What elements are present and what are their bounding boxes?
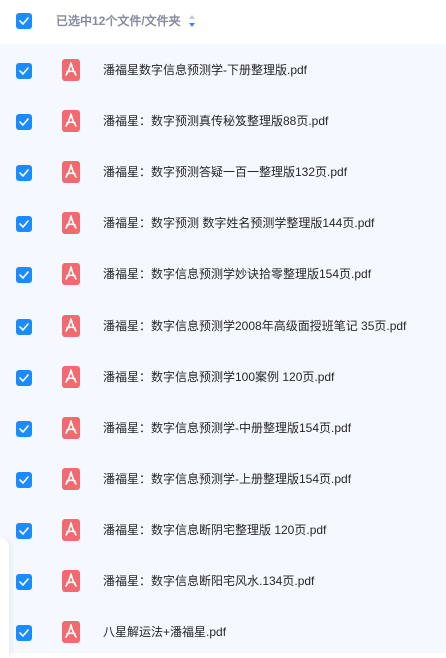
file-name[interactable]: 潘福星数字信息预测学-下册整理版.pdf — [103, 63, 307, 78]
file-checkbox[interactable] — [16, 114, 32, 131]
file-row[interactable]: 潘福星：数字预测真传秘笈整理版88页.pdf — [0, 95, 446, 146]
pdf-icon — [62, 518, 80, 541]
file-name[interactable]: 潘福星：数字预测 数字姓名预测学整理版144页.pdf — [103, 216, 374, 231]
pdf-icon — [62, 416, 80, 439]
pdf-icon — [62, 467, 80, 490]
file-name[interactable]: 潘福星：数字信息预测学-中册整理版154页.pdf — [103, 421, 351, 436]
file-name[interactable]: 八星解运法+潘福星.pdf — [103, 625, 226, 640]
pdf-icon — [62, 161, 80, 184]
pdf-icon — [62, 212, 80, 235]
check-icon — [19, 475, 29, 484]
file-row[interactable]: 潘福星数字信息预测学-下册整理版.pdf — [0, 44, 446, 95]
file-name[interactable]: 潘福星：数字预测答疑一百一整理版132页.pdf — [103, 165, 347, 180]
pdf-icon — [62, 59, 80, 81]
pdf-icon — [62, 314, 80, 337]
file-name[interactable]: 潘福星：数字预测真传秘笈整理版88页.pdf — [103, 114, 328, 129]
file-name[interactable]: 潘福星：数字信息预测学100案例 120页.pdf — [103, 370, 334, 385]
file-row[interactable]: 八星解运法+潘福星.pdf — [0, 606, 446, 657]
file-checkbox[interactable] — [16, 267, 32, 284]
file-checkbox[interactable] — [16, 369, 32, 386]
side-panel-edge — [0, 538, 9, 658]
sort-icon[interactable] — [188, 14, 196, 28]
check-icon — [19, 220, 29, 229]
file-name[interactable]: 潘福星：数字信息预测学-上册整理版154页.pdf — [103, 472, 351, 487]
pdf-icon — [62, 263, 80, 286]
check-icon — [19, 373, 29, 382]
file-name[interactable]: 潘福星：数字信息预测学妙诀拾零整理版154页.pdf — [103, 267, 371, 282]
file-row[interactable]: 潘福星：数字信息预测学100案例 120页.pdf — [0, 351, 446, 402]
file-row[interactable]: 潘福星：数字信息预测学-上册整理版154页.pdf — [0, 453, 446, 504]
file-row[interactable]: 潘福星：数字信息预测学2008年高级面授班笔记 35页.pdf — [0, 300, 446, 351]
file-row[interactable]: 潘福星：数字信息断阳宅风水.134页.pdf — [0, 555, 446, 606]
file-name[interactable]: 潘福星：数字信息预测学2008年高级面授班笔记 35页.pdf — [103, 319, 406, 334]
file-name[interactable]: 潘福星：数字信息断阳宅风水.134页.pdf — [103, 574, 314, 589]
file-checkbox[interactable] — [16, 471, 32, 488]
file-checkbox[interactable] — [16, 420, 32, 437]
check-icon — [19, 629, 29, 637]
file-checkbox[interactable] — [16, 625, 32, 642]
file-list: 潘福星数字信息预测学-下册整理版.pdf 潘福星：数字预测真传秘笈整理版88页.p… — [0, 44, 446, 653]
check-icon — [19, 118, 29, 126]
file-row[interactable]: 潘福星：数字预测 数字姓名预测学整理版144页.pdf — [0, 197, 446, 248]
check-icon — [19, 527, 29, 535]
check-icon — [19, 17, 29, 25]
file-row[interactable]: 潘福星：数字信息预测学妙诀拾零整理版154页.pdf — [0, 248, 446, 299]
check-icon — [19, 578, 29, 586]
file-checkbox[interactable] — [16, 165, 32, 182]
pdf-icon — [62, 110, 80, 133]
file-checkbox[interactable] — [16, 522, 32, 539]
check-icon — [19, 169, 29, 177]
pdf-icon — [62, 570, 80, 592]
file-checkbox[interactable] — [16, 574, 32, 590]
file-checkbox[interactable] — [16, 318, 32, 335]
file-row[interactable]: 潘福星：数字信息断阴宅整理版 120页.pdf — [0, 504, 446, 555]
select-all-checkbox[interactable] — [16, 13, 32, 29]
check-icon — [19, 322, 29, 331]
pdf-icon — [62, 621, 80, 644]
check-icon — [19, 67, 29, 75]
file-list-header: 已选中12个文件/文件夹 — [0, 0, 446, 44]
file-checkbox[interactable] — [16, 216, 32, 233]
file-row[interactable]: 潘福星：数字预测答疑一百一整理版132页.pdf — [0, 146, 446, 197]
selection-count-label: 已选中12个文件/文件夹 — [56, 14, 181, 28]
file-row[interactable]: 潘福星：数字信息预测学-中册整理版154页.pdf — [0, 402, 446, 453]
check-icon — [19, 271, 29, 280]
pdf-icon — [62, 365, 80, 388]
file-name[interactable]: 潘福星：数字信息断阴宅整理版 120页.pdf — [103, 523, 326, 538]
check-icon — [19, 424, 29, 433]
file-checkbox[interactable] — [16, 63, 32, 79]
